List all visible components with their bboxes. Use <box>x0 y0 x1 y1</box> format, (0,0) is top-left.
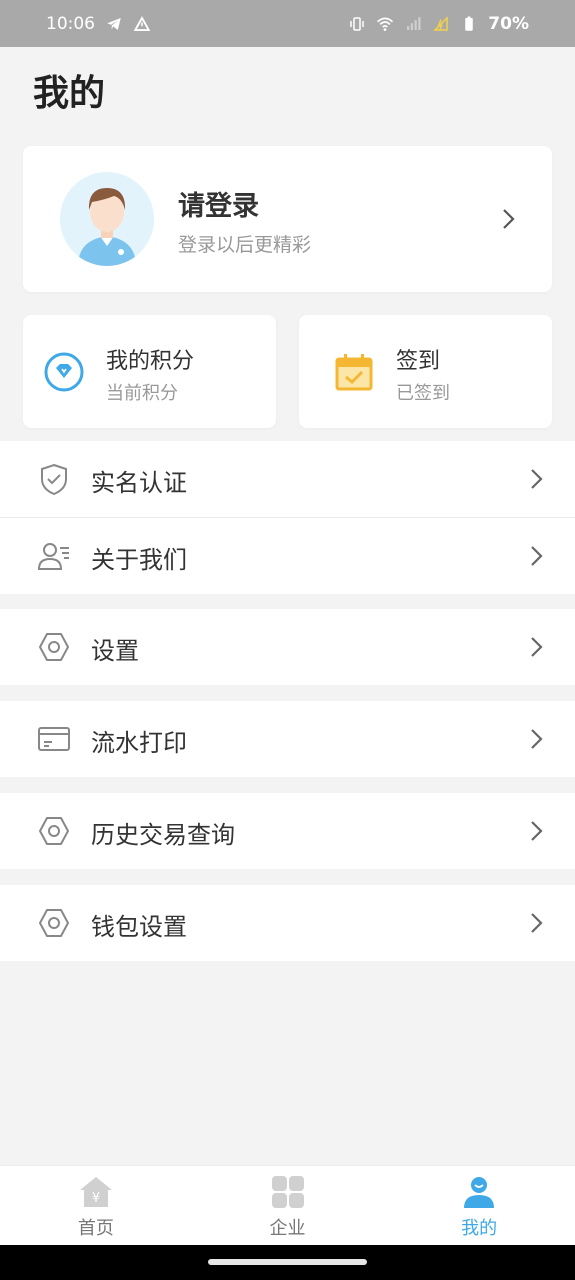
chevron-right-icon <box>529 544 545 568</box>
menu-item-statement-print[interactable]: 流水打印 <box>0 701 575 777</box>
gear-icon <box>36 629 72 665</box>
status-left: 10:06 <box>46 14 151 34</box>
login-subtitle: 登录以后更精彩 <box>178 234 312 256</box>
user-icon <box>461 1174 497 1210</box>
points-card[interactable]: 我的积分 当前积分 <box>23 315 276 428</box>
menu-label: 关于我们 <box>91 546 187 574</box>
page-title: 我的 <box>33 73 106 114</box>
chevron-right-icon <box>529 911 545 935</box>
status-time: 10:06 <box>46 13 95 34</box>
tab-enterprise[interactable]: 企业 <box>192 1166 384 1245</box>
no-sim-icon <box>432 15 450 33</box>
menu-item-settings[interactable]: 设置 <box>0 609 575 685</box>
gear-icon <box>36 905 72 941</box>
menu-label: 设置 <box>91 637 139 665</box>
system-nav-bar <box>0 1245 575 1280</box>
battery-icon <box>460 15 478 33</box>
login-card[interactable]: 请登录 登录以后更精彩 <box>23 146 552 292</box>
menu-label: 钱包设置 <box>91 913 187 941</box>
menu-label: 实名认证 <box>91 469 187 497</box>
signal-icon <box>404 15 422 33</box>
signin-card[interactable]: 签到 已签到 <box>299 315 552 428</box>
card-icon <box>36 721 72 757</box>
login-prompt: 请登录 <box>178 191 259 222</box>
warning-icon <box>133 15 151 33</box>
shield-check-icon <box>36 461 72 497</box>
wifi-icon <box>376 15 394 33</box>
telegram-icon <box>105 15 123 33</box>
tab-label: 我的 <box>461 1218 498 1239</box>
bottom-tab-bar: ¥ 首页 企业 我的 <box>0 1165 575 1245</box>
tab-home[interactable]: ¥ 首页 <box>0 1166 192 1245</box>
status-bar: 10:06 70% <box>0 0 575 47</box>
avatar <box>60 172 154 266</box>
points-title: 我的积分 <box>106 349 195 374</box>
gear-icon <box>36 813 72 849</box>
calendar-check-icon <box>333 351 375 393</box>
chevron-right-icon <box>529 819 545 843</box>
svg-text:¥: ¥ <box>92 1191 100 1206</box>
signin-title: 签到 <box>396 349 441 374</box>
points-diamond-icon <box>43 351 85 393</box>
status-right: 70% <box>348 14 529 34</box>
menu-item-transaction-history[interactable]: 历史交易查询 <box>0 793 575 869</box>
menu-item-wallet-settings[interactable]: 钱包设置 <box>0 885 575 961</box>
signin-subtitle: 已签到 <box>396 383 450 404</box>
battery-percent: 70% <box>488 13 529 34</box>
vibrate-icon <box>348 15 366 33</box>
menu-item-real-name[interactable]: 实名认证 <box>0 441 575 517</box>
grid-icon <box>270 1174 306 1210</box>
points-subtitle: 当前积分 <box>106 383 178 404</box>
menu-item-about[interactable]: 关于我们 <box>0 518 575 594</box>
home-gesture-handle[interactable] <box>208 1259 367 1265</box>
tab-label: 首页 <box>77 1218 114 1239</box>
user-info-icon <box>36 538 72 574</box>
tab-mine[interactable]: 我的 <box>383 1166 575 1245</box>
menu-label: 流水打印 <box>91 729 187 757</box>
chevron-right-icon <box>529 467 545 491</box>
menu-label: 历史交易查询 <box>91 821 235 849</box>
chevron-right-icon <box>529 635 545 659</box>
chevron-right-icon <box>529 727 545 751</box>
home-yen-icon: ¥ <box>78 1174 114 1210</box>
tab-label: 企业 <box>269 1218 306 1239</box>
chevron-right-icon <box>501 207 517 231</box>
